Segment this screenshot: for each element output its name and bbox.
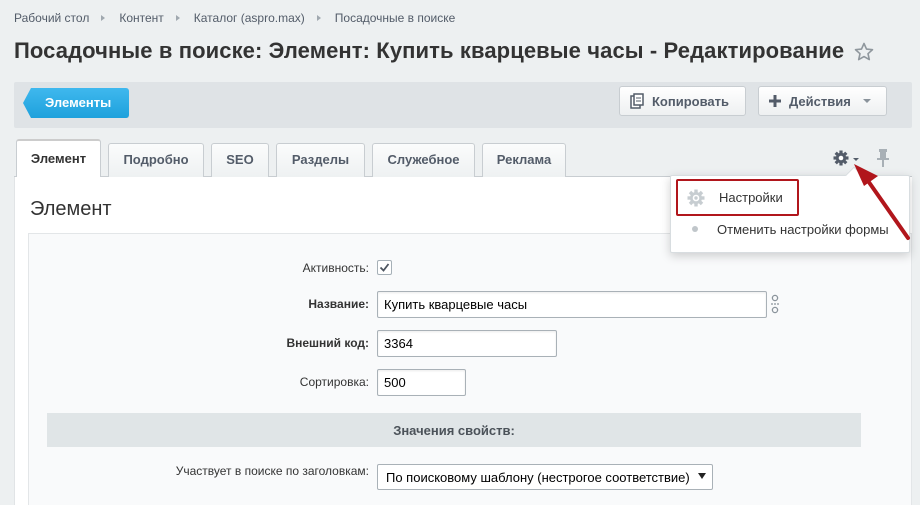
actions-button-label: Действия (789, 93, 851, 109)
external-code-label: Внешний код: (286, 336, 369, 350)
checkmark-icon (379, 263, 390, 272)
sort-label: Сортировка: (299, 375, 369, 389)
tab-advertising[interactable]: Реклама (482, 143, 566, 177)
tab-seo[interactable]: SEO (211, 143, 269, 177)
breadcrumb-link-catalog[interactable]: Каталог (aspro.max) (194, 11, 305, 25)
elements-button[interactable]: Элементы (23, 88, 130, 118)
breadcrumb-separator-icon (175, 15, 180, 21)
properties-header: Значения свойств: (47, 413, 861, 447)
page-title: Посадочные в поиске: Элемент: Купить ква… (14, 38, 845, 63)
breadcrumb-link-landing[interactable]: Посадочные в поиске (335, 11, 456, 25)
chevron-down-icon (698, 473, 706, 479)
search-participation-select[interactable]: По поисковому шаблону (нестрогое соответ… (377, 464, 713, 490)
external-code-input[interactable]: 3364 (377, 330, 557, 357)
pin-icon[interactable] (876, 148, 890, 168)
menu-item-reset-form-settings[interactable]: Отменить настройки формы (692, 219, 889, 239)
tab-service[interactable]: Служебное (372, 143, 475, 177)
breadcrumb: Рабочий стол Контент Каталог (aspro.max)… (14, 10, 455, 26)
tab-sections[interactable]: Разделы (276, 143, 365, 177)
section-title: Элемент (30, 198, 112, 220)
settings-gear-icon (687, 189, 705, 206)
name-label: Название: (308, 297, 369, 311)
tab-details[interactable]: Подробно (108, 143, 204, 177)
breadcrumb-link-content[interactable]: Контент (119, 11, 163, 25)
active-checkbox[interactable] (377, 260, 392, 275)
active-label: Активность: (302, 261, 369, 275)
search-participation-value: По поисковому шаблону (нестрогое соответ… (386, 469, 690, 485)
menu-item-settings-label: Настройки (719, 190, 783, 205)
gear-icon[interactable] (832, 148, 862, 168)
breadcrumb-link-desktop[interactable]: Рабочий стол (14, 11, 89, 25)
copy-button-label: Копировать (652, 93, 730, 109)
breadcrumb-separator-icon (101, 15, 106, 21)
name-input[interactable]: Купить кварцевые часы (377, 291, 767, 318)
menu-item-settings[interactable]: Настройки (676, 179, 799, 216)
menu-item-reset-label: Отменить настройки формы (717, 221, 889, 237)
copy-button[interactable]: Копировать (619, 86, 746, 116)
bullet-icon (692, 226, 698, 232)
copy-icon (630, 93, 644, 109)
star-icon[interactable] (852, 40, 876, 64)
sort-input[interactable]: 500 (377, 369, 466, 396)
actions-button[interactable]: Действия (758, 86, 887, 116)
plus-icon (769, 95, 781, 107)
translit-icon[interactable] (768, 293, 782, 315)
chevron-down-icon (862, 99, 871, 103)
tab-element[interactable]: Элемент (16, 139, 101, 178)
breadcrumb-separator-icon (316, 15, 321, 21)
search-participation-label: Участвует в поиске по заголовкам: (175, 464, 369, 478)
